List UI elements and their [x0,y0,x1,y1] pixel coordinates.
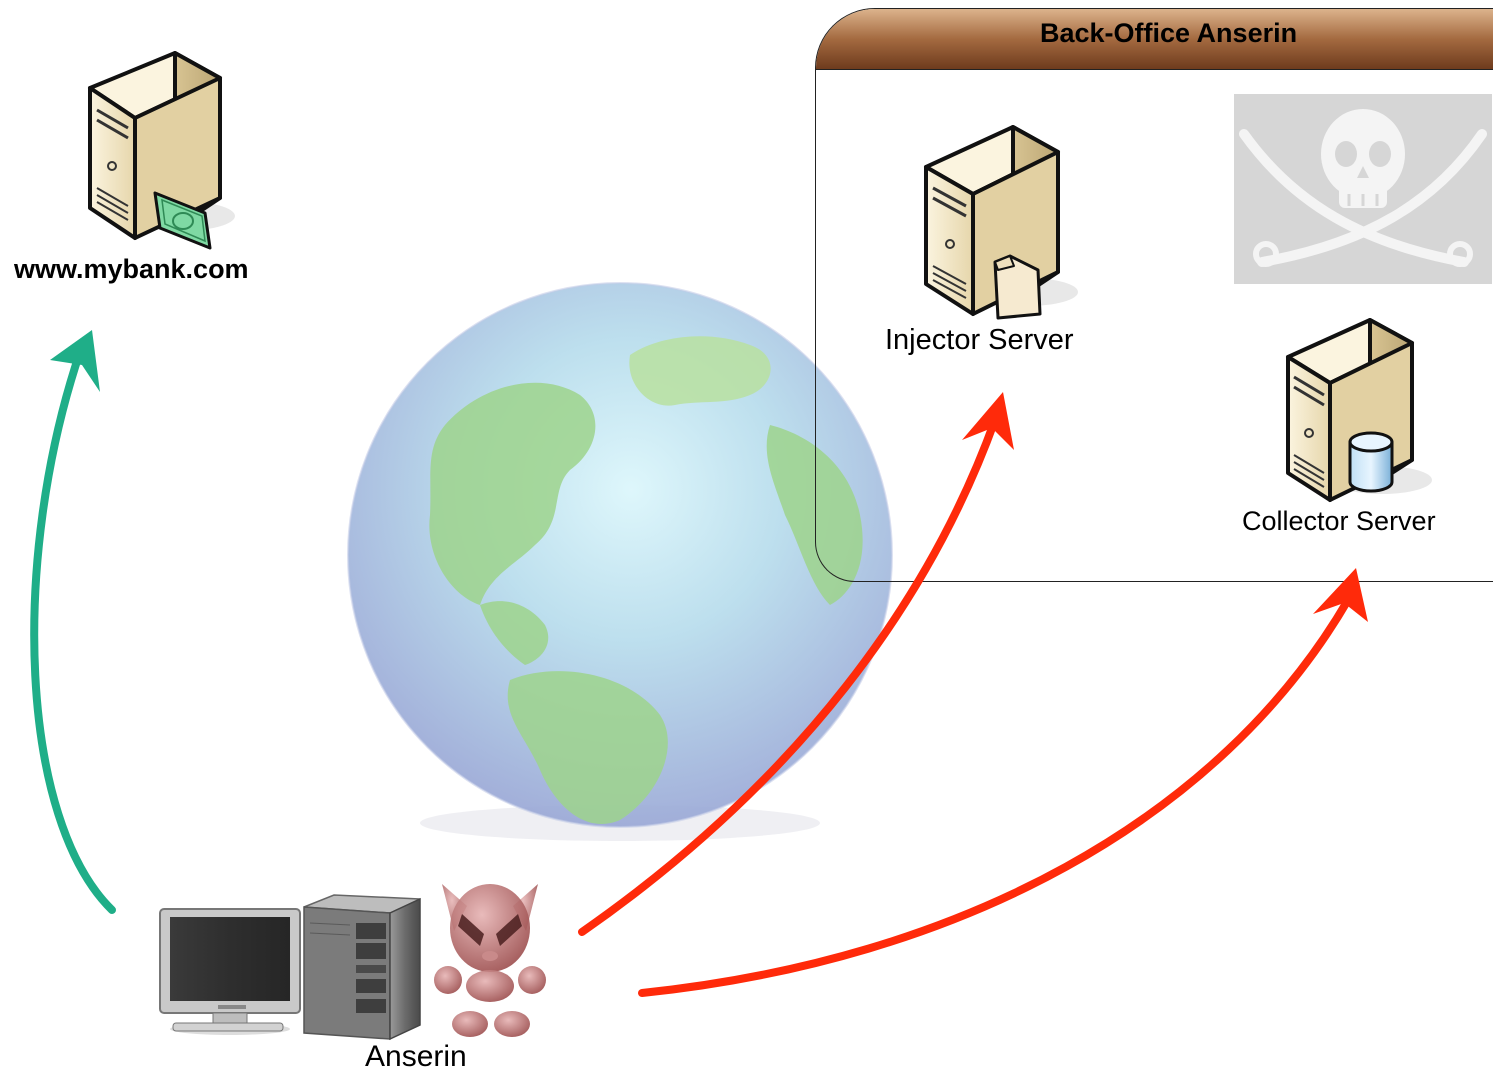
arrow-client-to-bank [30,348,116,914]
arrow-client-to-injector [578,416,999,936]
arrowhead-bank [50,330,100,392]
arrows-layer [30,330,1368,997]
